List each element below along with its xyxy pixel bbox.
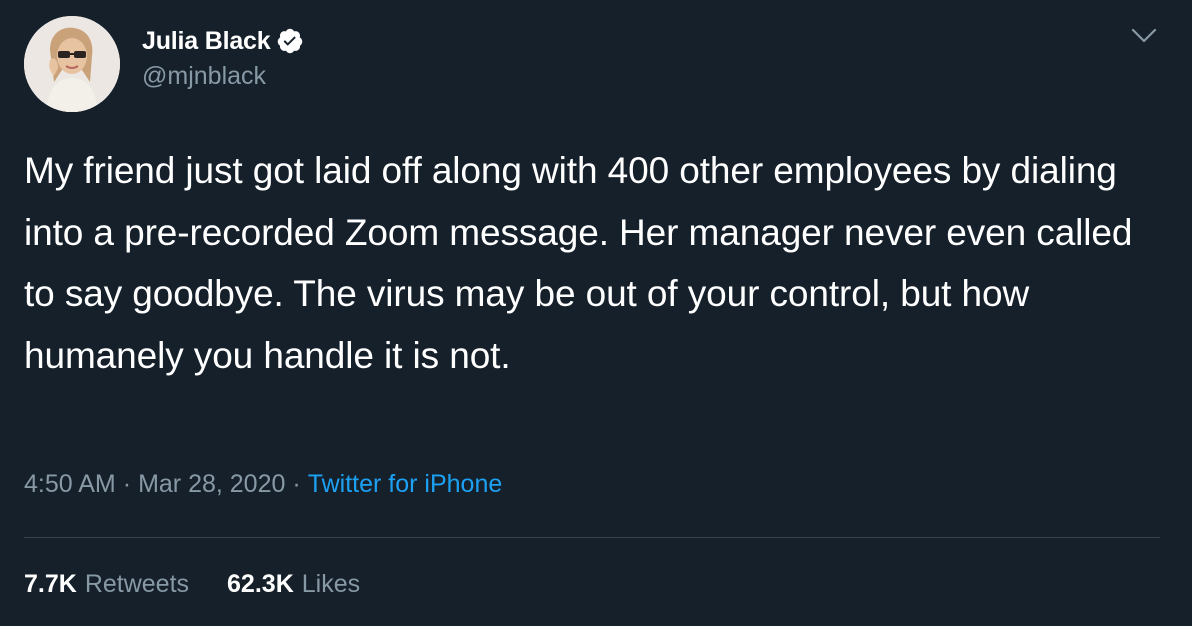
verified-badge-icon: [276, 27, 304, 55]
meta-separator: ·: [122, 470, 132, 498]
retweets-stat[interactable]: 7.7K Retweets: [24, 570, 189, 599]
profile-photo-icon: [24, 16, 120, 112]
tweet-time[interactable]: 4:50 AM: [24, 470, 116, 498]
engagement-stats: 7.7K Retweets 62.3K Likes: [24, 570, 360, 599]
author-name-row[interactable]: Julia Black: [142, 24, 304, 58]
retweets-label: Retweets: [84, 570, 190, 598]
author-display-name[interactable]: Julia Black: [142, 27, 271, 56]
tweet-source-link[interactable]: Twitter for iPhone: [308, 470, 503, 498]
meta-separator: ·: [292, 470, 301, 498]
tweet-card: Julia Black @mjnblack My friend just got…: [0, 0, 1192, 626]
likes-stat[interactable]: 62.3K Likes: [227, 570, 360, 599]
retweets-count: 7.7K: [24, 570, 77, 598]
tweet-metadata: 4:50 AM · Mar 28, 2020 · Twitter for iPhone: [24, 470, 502, 499]
tweet-text: My friend just got laid off along with 4…: [24, 150, 1133, 376]
avatar[interactable]: [24, 16, 120, 112]
likes-count: 62.3K: [227, 570, 294, 598]
divider: [24, 537, 1160, 538]
likes-label: Likes: [301, 570, 361, 598]
chevron-down-icon[interactable]: [1126, 22, 1162, 50]
author-handle[interactable]: @mjnblack: [142, 62, 266, 91]
tweet-date[interactable]: Mar 28, 2020: [138, 470, 285, 498]
